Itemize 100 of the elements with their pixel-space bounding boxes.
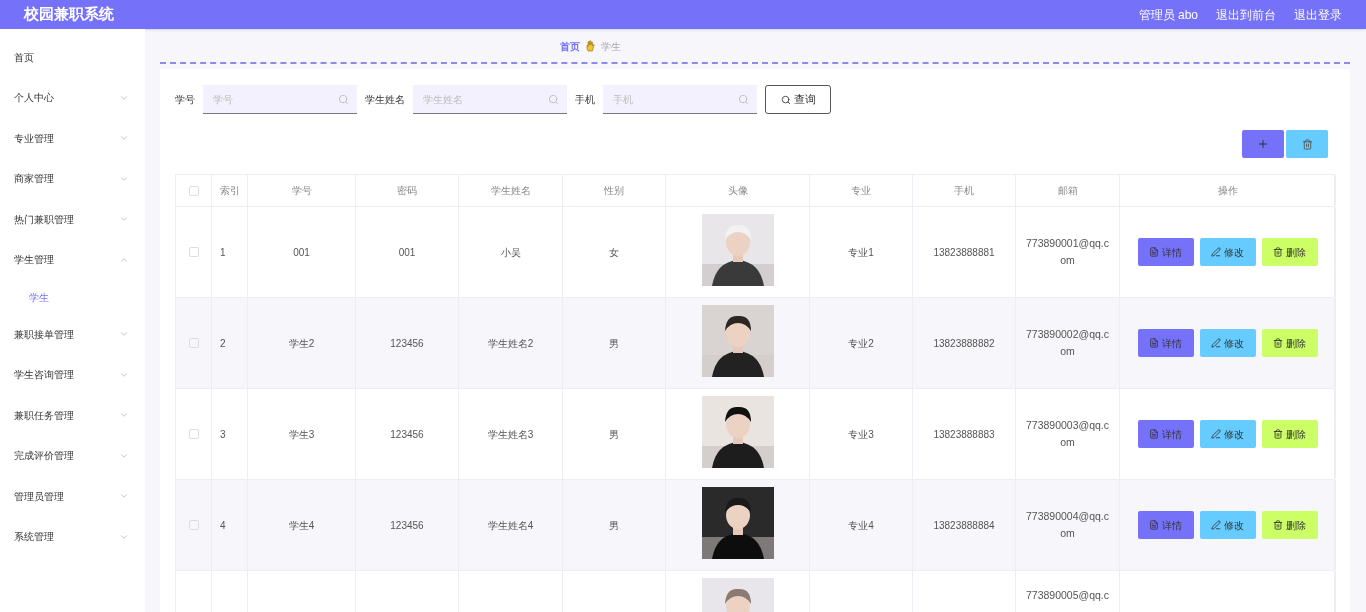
sidebar-item[interactable]: 完成评价管理: [0, 435, 145, 476]
sidebar-item[interactable]: 学生咨询管理: [0, 354, 145, 395]
search-icon: [338, 94, 349, 105]
table-cell-text: 123456: [390, 518, 424, 533]
table-cell-text: 男: [609, 336, 619, 351]
table-cell-text: 773890001@qq.com: [1024, 236, 1111, 268]
add-button[interactable]: [1242, 130, 1284, 158]
checkbox[interactable]: [188, 338, 199, 348]
table-cell-text: 专业3: [848, 427, 874, 442]
search-field[interactable]: 手机: [603, 85, 757, 114]
sidebar-item[interactable]: 个人中心: [0, 77, 145, 118]
pen-icon: [1211, 429, 1221, 439]
table-cell-text: 773890005@qq.c: [1024, 588, 1111, 603]
user-label: 管理员 abo: [1138, 6, 1198, 24]
query-button[interactable]: 查询: [765, 85, 831, 114]
sidebar-subitem[interactable]: 学生: [0, 280, 145, 314]
delete-button[interactable]: 删除: [1261, 329, 1318, 357]
table-cell-text: 学生2: [288, 336, 315, 351]
sidebar-item[interactable]: 首页: [0, 37, 145, 78]
sidebar-item[interactable]: 专业管理: [0, 118, 145, 159]
table-cell-text: 123456: [390, 336, 424, 351]
pen-icon: [1211, 247, 1221, 257]
hand-icon: [585, 40, 595, 52]
breadcrumb-item: 学生: [600, 39, 621, 54]
delete-button[interactable]: 删除: [1261, 420, 1318, 448]
sidebar-item[interactable]: 管理员管理: [0, 476, 145, 517]
breadcrumb-item[interactable]: 首页: [559, 38, 580, 54]
table-cell-text: 773890004@qq.com: [1024, 509, 1111, 541]
table-cell-text: 13823888883: [933, 427, 995, 442]
table-cell-text: 773890003@qq.com: [1024, 418, 1111, 450]
search-icon: [548, 94, 559, 105]
plus-icon: [1257, 138, 1269, 150]
delete-button[interactable]: 删除: [1261, 238, 1318, 266]
table-cell-text: 学生姓名2: [487, 336, 534, 351]
checkbox[interactable]: [188, 429, 199, 439]
table-cell-text: 学生3: [288, 427, 315, 442]
table-cell-text: 专业1: [848, 245, 874, 260]
sidebar-item[interactable]: 学生管理: [0, 239, 145, 280]
table-cell-text: 13823888884: [933, 518, 995, 533]
table-cell-text: 773890002@qq.com: [1024, 327, 1111, 359]
table-cell-text: 学生姓名3: [487, 427, 534, 442]
column-header: 学号: [291, 184, 312, 198]
edit-button[interactable]: 修改: [1199, 511, 1256, 539]
pen-icon: [1211, 520, 1221, 530]
delete-button[interactable]: [1286, 130, 1328, 158]
table-cell-text: 3: [220, 427, 226, 442]
search-icon: [738, 94, 749, 105]
app-title: 校园兼职系统: [24, 4, 114, 25]
checkbox[interactable]: [188, 520, 199, 530]
trash-icon: [1273, 338, 1283, 348]
table-cell-text: 1: [220, 245, 226, 260]
header-link[interactable]: 退出登录: [1294, 5, 1342, 24]
sidebar-item[interactable]: 商家管理: [0, 158, 145, 199]
checkbox[interactable]: [188, 247, 199, 257]
sidebar-item[interactable]: 热门兼职管理: [0, 199, 145, 240]
edit-button[interactable]: 修改: [1199, 238, 1256, 266]
column-header: 操作: [1217, 184, 1238, 198]
table-cell-text: 专业4: [848, 518, 874, 533]
table-cell-text: 学生4: [288, 518, 315, 533]
delete-button[interactable]: 删除: [1261, 511, 1318, 539]
document-icon: [1149, 520, 1159, 530]
trash-icon: [1273, 520, 1283, 530]
table-cell-text: 13823888881: [933, 245, 995, 260]
trash-icon: [1301, 138, 1313, 150]
sidebar-item[interactable]: 兼职任务管理: [0, 395, 145, 436]
table-cell-text: 2: [220, 336, 226, 351]
table-cell-text: 123456: [390, 427, 424, 442]
field-label: 手机: [575, 93, 595, 107]
field-label: 学生姓名: [365, 93, 405, 107]
column-header: 头像: [727, 184, 748, 198]
sidebar-item[interactable]: 系统管理: [0, 516, 145, 557]
column-header: 索引: [219, 184, 240, 198]
column-header: 手机: [954, 184, 974, 198]
table-cell-text: 4: [220, 518, 226, 533]
document-icon: [1149, 429, 1159, 439]
table-cell-text: 女: [609, 245, 619, 260]
table-cell-text: 13823888882: [933, 336, 995, 351]
table-cell-text: 小吴: [500, 245, 521, 260]
checkbox[interactable]: [188, 185, 199, 196]
trash-icon: [1273, 247, 1283, 257]
field-label: 学号: [175, 93, 195, 107]
search-icon: [780, 94, 791, 105]
pen-icon: [1211, 338, 1221, 348]
header-link[interactable]: 退出到前台: [1216, 5, 1276, 24]
table-cell-text: 学生姓名4: [487, 518, 534, 533]
document-icon: [1149, 338, 1159, 348]
trash-icon: [1273, 429, 1283, 439]
edit-button[interactable]: 修改: [1199, 420, 1256, 448]
column-header: 学生姓名: [490, 184, 531, 198]
column-header: 专业: [851, 184, 871, 198]
table-cell-text: 001: [293, 245, 310, 260]
sidebar-item[interactable]: 兼职接单管理: [0, 314, 145, 355]
column-header: 密码: [397, 184, 417, 198]
column-header: 性别: [604, 184, 624, 198]
table-cell-text: 男: [609, 518, 619, 533]
table-cell-text: 男: [609, 427, 619, 442]
edit-button[interactable]: 修改: [1199, 329, 1256, 357]
table-cell-text: 专业2: [848, 336, 874, 351]
document-icon: [1149, 247, 1159, 257]
column-header: 邮箱: [1057, 184, 1078, 198]
